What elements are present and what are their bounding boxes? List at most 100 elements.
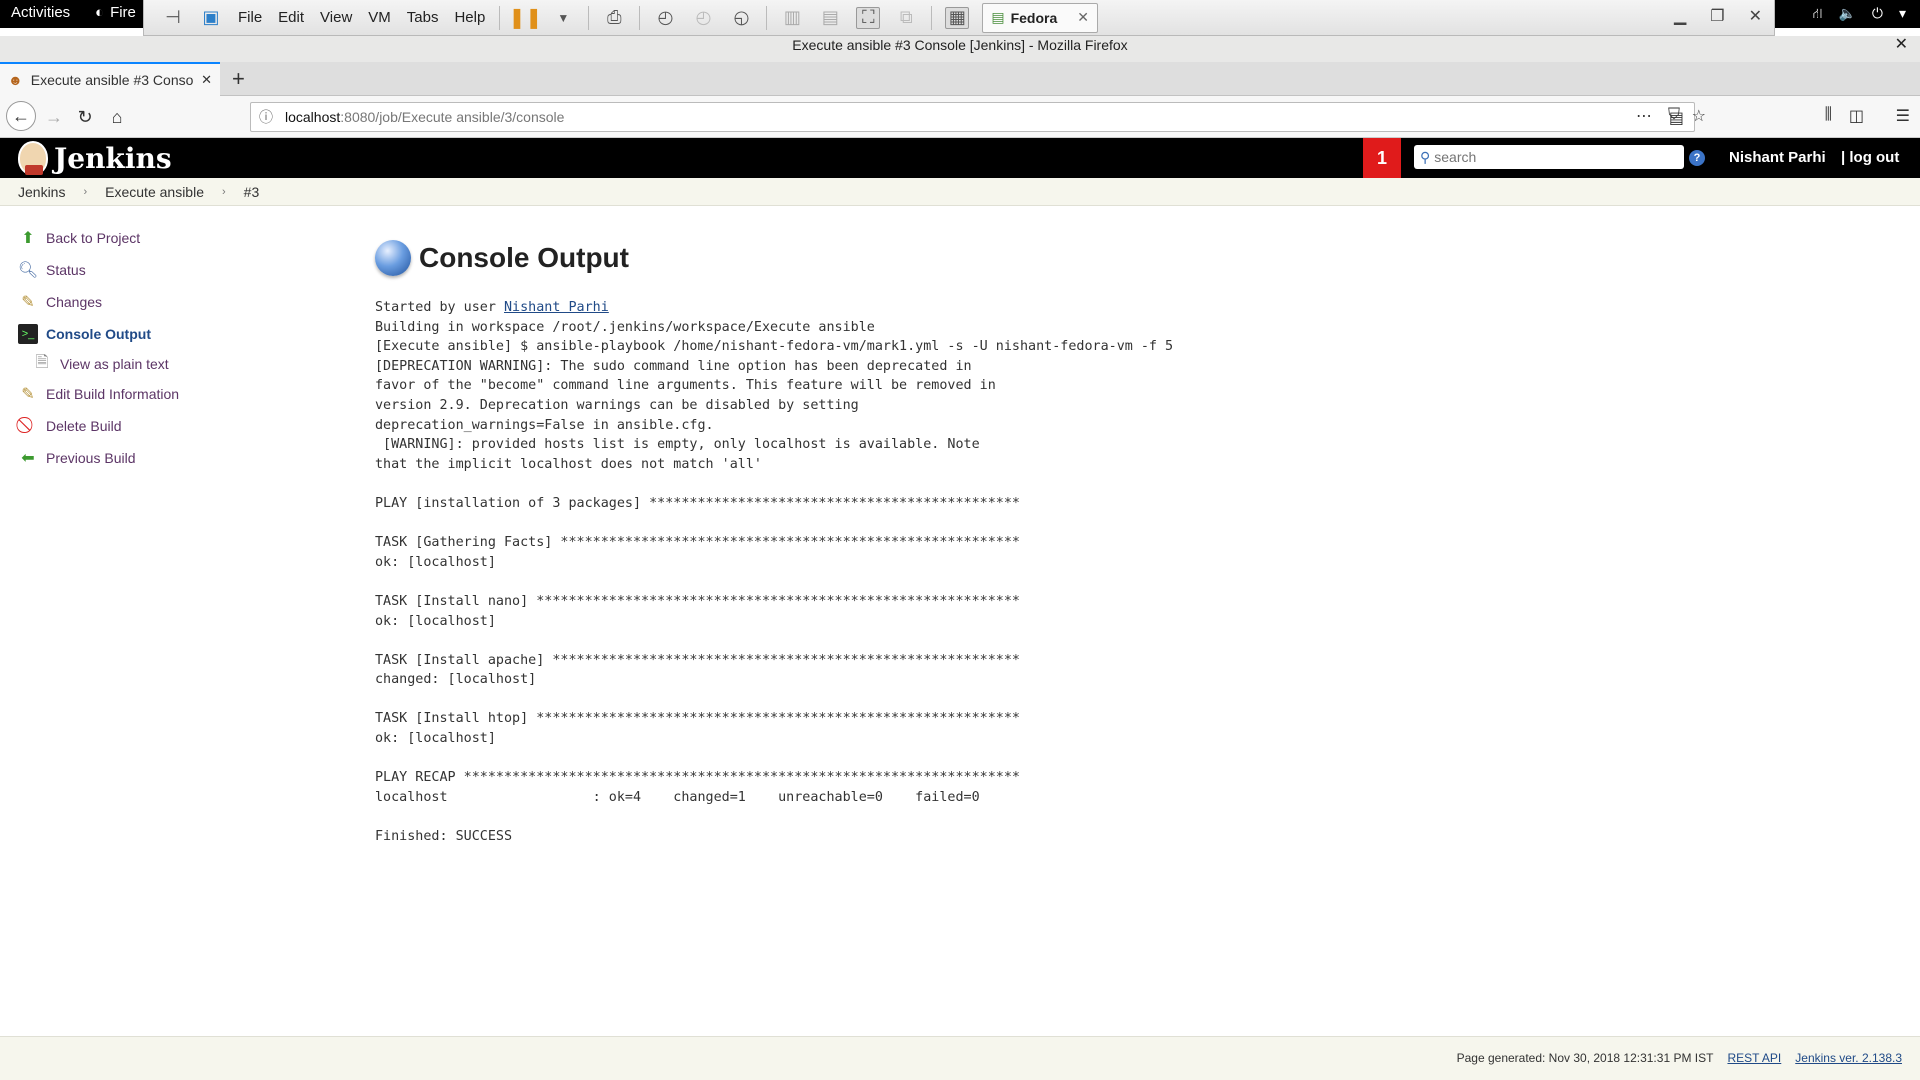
menu-view[interactable]: View	[312, 9, 360, 26]
sidebar-item-label: Delete Build	[46, 418, 122, 434]
console-output: Started by user Nishant Parhi Building i…	[375, 298, 1875, 847]
snapshot-icon[interactable]: ◴	[653, 7, 677, 29]
pin-icon[interactable]: ⊣	[161, 7, 185, 29]
browser-tab[interactable]: ☻ Execute ansible #3 Console ✕	[0, 62, 220, 96]
restore-icon[interactable]: ❐	[1710, 6, 1724, 26]
menu-edit[interactable]: Edit	[270, 9, 312, 26]
menu-tabs[interactable]: Tabs	[399, 9, 447, 26]
pause-icon[interactable]: ❚❚	[509, 7, 543, 29]
notification-badge[interactable]: 1	[1363, 138, 1401, 178]
system-tray[interactable]: ⛙ 🔈 ⏻ ▾	[1813, 5, 1906, 24]
notepad-icon: ✎	[21, 294, 35, 311]
started-by-prefix: Started by user	[375, 300, 504, 315]
sidebar-item-view-plain-text[interactable]: 🗎 View as plain text	[18, 350, 318, 378]
bookmark-star-icon[interactable]: ☆	[1692, 106, 1706, 126]
jenkins-butler-icon	[18, 141, 48, 175]
chevron-down-icon[interactable]: ▼	[551, 7, 575, 29]
window-title-bar: Execute ansible #3 Console [Jenkins] - M…	[0, 36, 1920, 62]
revert-snapshot-icon: ◴	[695, 7, 712, 27]
app-menu-label: Fire	[110, 4, 136, 21]
sidebar-view-icon[interactable]: ▥	[780, 7, 804, 29]
sidebar-item-label: Edit Build Information	[46, 386, 180, 402]
browser-tab-strip: ☻ Execute ansible #3 Console ✕ +	[0, 62, 1920, 96]
toolbar-divider	[931, 5, 933, 30]
no-entry-icon: ⃠	[18, 416, 38, 436]
breadcrumb-job[interactable]: Execute ansible	[105, 184, 204, 200]
reload-icon[interactable]: ↻	[73, 105, 97, 129]
sidebar-item-back-to-project[interactable]: ⬆ Back to Project	[18, 222, 318, 254]
search-input[interactable]	[1434, 149, 1675, 165]
back-arrow-icon[interactable]: ←	[6, 101, 36, 131]
sidebar-item-previous-build[interactable]: ⬅ Previous Build	[18, 442, 318, 474]
sidebar-icon[interactable]: ◫	[1849, 106, 1864, 126]
sidebar-item-delete-build[interactable]: ⃠ Delete Build	[18, 410, 318, 442]
vm-toolbar: ⊣ ▣ File Edit View VM Tabs Help ❚❚ ▼ ⎙ ◴…	[143, 0, 1775, 36]
up-arrow-icon: ⬆	[21, 230, 35, 247]
page-title-text: Console Output	[419, 242, 629, 273]
toolbar-divider	[766, 5, 768, 30]
document-icon: 🗎	[35, 353, 49, 371]
send-keys-icon[interactable]: ⎙	[602, 7, 626, 29]
pocket-icon[interactable]: ⛉	[1668, 106, 1680, 124]
jenkins-logo-text: Jenkins	[54, 141, 172, 175]
fullscreen-icon[interactable]: ⛶	[856, 6, 881, 29]
thumbnail-view-icon[interactable]: ▤	[818, 7, 842, 29]
breadcrumb-build[interactable]: #3	[244, 184, 260, 200]
snapshot-manager-icon[interactable]: ◵	[729, 7, 753, 29]
menu-help[interactable]: Help	[446, 9, 493, 26]
jenkins-version-link[interactable]: Jenkins ver. 2.138.3	[1795, 1051, 1902, 1065]
sidebar-item-console-output[interactable]: >_ Console Output	[18, 318, 318, 350]
page-generated-text: Page generated: Nov 30, 2018 12:31:31 PM…	[1456, 1051, 1714, 1065]
hamburger-menu-icon[interactable]: ☰	[1896, 106, 1910, 126]
sidebar-item-label: Back to Project	[46, 230, 141, 246]
close-icon[interactable]: ✕	[1749, 6, 1762, 26]
left-arrow-icon: ⬅	[21, 450, 35, 467]
url-host: localhost	[285, 109, 341, 125]
library-icon[interactable]: ⫼	[1825, 106, 1832, 124]
minimize-icon[interactable]: ▁	[1674, 6, 1686, 26]
url-path: :8080/job/Execute ansible/3/console	[340, 109, 565, 125]
new-tab-icon[interactable]: +	[232, 66, 245, 92]
url-bar[interactable]: ⓘ localhost :8080/job/Execute ansible/3/…	[250, 102, 1695, 132]
logout-link[interactable]: | log out	[1841, 149, 1899, 166]
window-title: Execute ansible #3 Console [Jenkins] - M…	[792, 37, 1128, 53]
volume-icon: 🔈	[1838, 5, 1856, 21]
info-icon[interactable]: ⓘ	[259, 107, 273, 127]
home-icon[interactable]: ⌂	[105, 105, 129, 129]
vm-icon: ▤	[991, 9, 1005, 25]
app-menu[interactable]: ◐ Fire	[95, 4, 136, 21]
navigation-toolbar: ← → ↻ ⌂ ⓘ localhost :8080/job/Execute an…	[0, 96, 1920, 138]
rest-api-link[interactable]: REST API	[1727, 1051, 1781, 1065]
forward-arrow-icon[interactable]: →	[42, 105, 66, 129]
page-footer: Page generated: Nov 30, 2018 12:31:31 PM…	[0, 1036, 1920, 1080]
side-panel: ⬆ Back to Project 🔍︎ Status ✎ Changes >_…	[18, 222, 318, 474]
chevron-right-icon: ›	[221, 185, 226, 198]
chevron-right-icon: ›	[83, 185, 88, 198]
help-icon[interactable]: ?	[1689, 150, 1705, 166]
close-icon[interactable]: ✕	[201, 72, 212, 88]
vm-library-icon[interactable]: ▣	[199, 7, 223, 29]
notepad-pencil-icon: ✎	[21, 386, 35, 403]
vm-tab-fedora[interactable]: ▤ Fedora ✕	[982, 2, 1098, 33]
firefox-icon: ◐	[95, 4, 105, 21]
chevron-down-icon: ▾	[1898, 5, 1906, 21]
menu-vm[interactable]: VM	[360, 9, 399, 26]
menu-file[interactable]: File	[230, 9, 270, 26]
sidebar-item-edit-build-information[interactable]: ✎ Edit Build Information	[18, 378, 318, 410]
toolbar-divider	[639, 5, 641, 30]
close-icon[interactable]: ✕	[1077, 9, 1089, 26]
jenkins-logo[interactable]: Jenkins	[18, 141, 172, 175]
console-view-icon[interactable]: ▦	[945, 6, 970, 29]
sidebar-item-status[interactable]: 🔍︎ Status	[18, 254, 318, 286]
activities-button[interactable]: Activities	[11, 4, 70, 21]
user-link[interactable]: Nishant Parhi	[1729, 149, 1826, 166]
main-panel: Console Output Started by user Nishant P…	[375, 240, 1875, 847]
search-box: ⚲	[1414, 145, 1684, 169]
breadcrumb: Jenkins › Execute ansible › #3	[0, 178, 1920, 206]
started-by-user-link[interactable]: Nishant Parhi	[504, 300, 609, 315]
breadcrumb-jenkins[interactable]: Jenkins	[18, 184, 65, 200]
sidebar-item-changes[interactable]: ✎ Changes	[18, 286, 318, 318]
page-actions-icon[interactable]: ⋯	[1636, 106, 1652, 126]
sidebar-item-label: Status	[46, 262, 86, 278]
close-icon[interactable]: ✕	[1895, 36, 1908, 54]
